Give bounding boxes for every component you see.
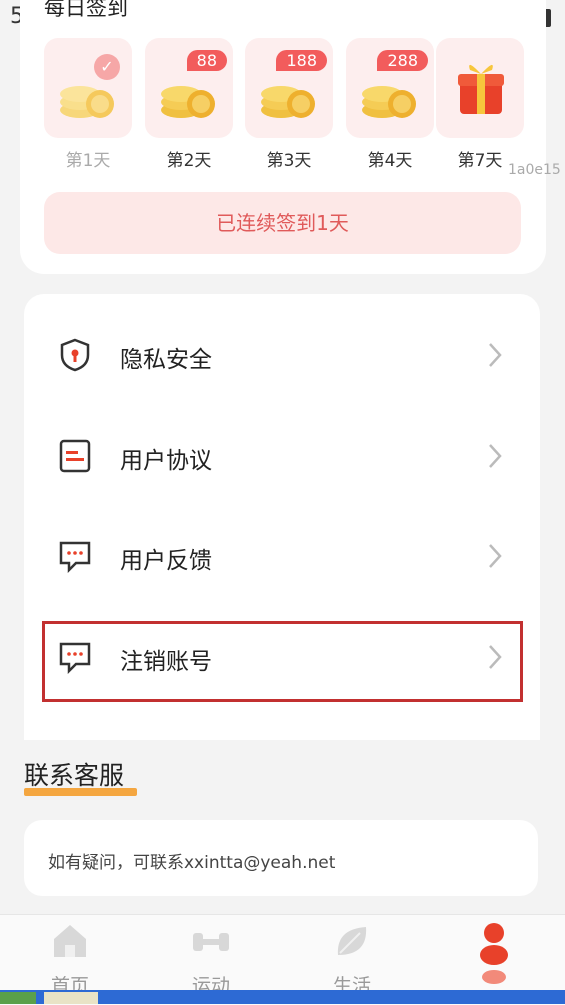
checkin-heading: 每日签到 (44, 0, 128, 20)
highlight-box (42, 621, 523, 702)
day-item-1[interactable]: ✓ 第1天 (44, 38, 132, 171)
day-label: 第3天 (266, 151, 312, 171)
checkin-days: ✓ 第1天 88 第2天 188 第3天 288 第4天 第7天 (44, 38, 564, 178)
checkmark-icon: ✓ (94, 54, 120, 80)
taskbar-app[interactable] (44, 992, 98, 1004)
reward-badge: 288 (377, 50, 428, 71)
day-item-2[interactable]: 88 第2天 (145, 38, 233, 171)
day-label: 第2天 (166, 151, 212, 171)
contact-text: 如有疑问，可联系xxintta@yeah.net (48, 853, 336, 873)
leaf-icon (337, 927, 367, 955)
menu-item-label: 用户反馈 (120, 548, 212, 574)
chat-icon (59, 541, 91, 573)
day-item-7[interactable]: 第7天 (436, 38, 524, 171)
day-label: 第1天 (65, 151, 111, 171)
coins-icon (161, 86, 215, 118)
contact-card: 如有疑问，可联系xxintta@yeah.net (24, 820, 538, 896)
menu-item-privacy[interactable]: 隐私安全 (24, 306, 540, 406)
contact-title: 联系客服 (24, 761, 125, 790)
home-icon (54, 925, 86, 957)
reward-badge: 88 (186, 50, 227, 71)
streak-banner: 已连续签到1天 (44, 192, 521, 254)
title-underline (24, 788, 137, 796)
chevron-right-icon (489, 343, 502, 367)
coins-icon (261, 86, 315, 118)
host-taskbar (0, 990, 565, 1004)
shield-icon (60, 338, 90, 372)
menu-item-agreement[interactable]: 用户协议 (24, 407, 540, 507)
coins-icon (362, 86, 416, 118)
menu-item-label: 隐私安全 (120, 347, 212, 373)
gift-icon (458, 64, 504, 114)
debug-code: 1a0e15 (508, 162, 561, 178)
document-icon (59, 439, 91, 473)
day-label: 第4天 (367, 151, 413, 171)
chevron-right-icon (489, 544, 502, 568)
reward-badge: 188 (276, 50, 327, 71)
chevron-right-icon (489, 444, 502, 468)
day-item-3[interactable]: 188 第3天 (245, 38, 333, 171)
dumbbell-icon (193, 933, 229, 951)
taskbar-start[interactable] (0, 992, 36, 1004)
menu-item-feedback[interactable]: 用户反馈 (24, 507, 540, 607)
coins-icon (60, 86, 114, 118)
profile-icon (480, 923, 508, 984)
menu-item-label: 用户协议 (120, 448, 212, 474)
day-item-4[interactable]: 288 第4天 (346, 38, 434, 171)
